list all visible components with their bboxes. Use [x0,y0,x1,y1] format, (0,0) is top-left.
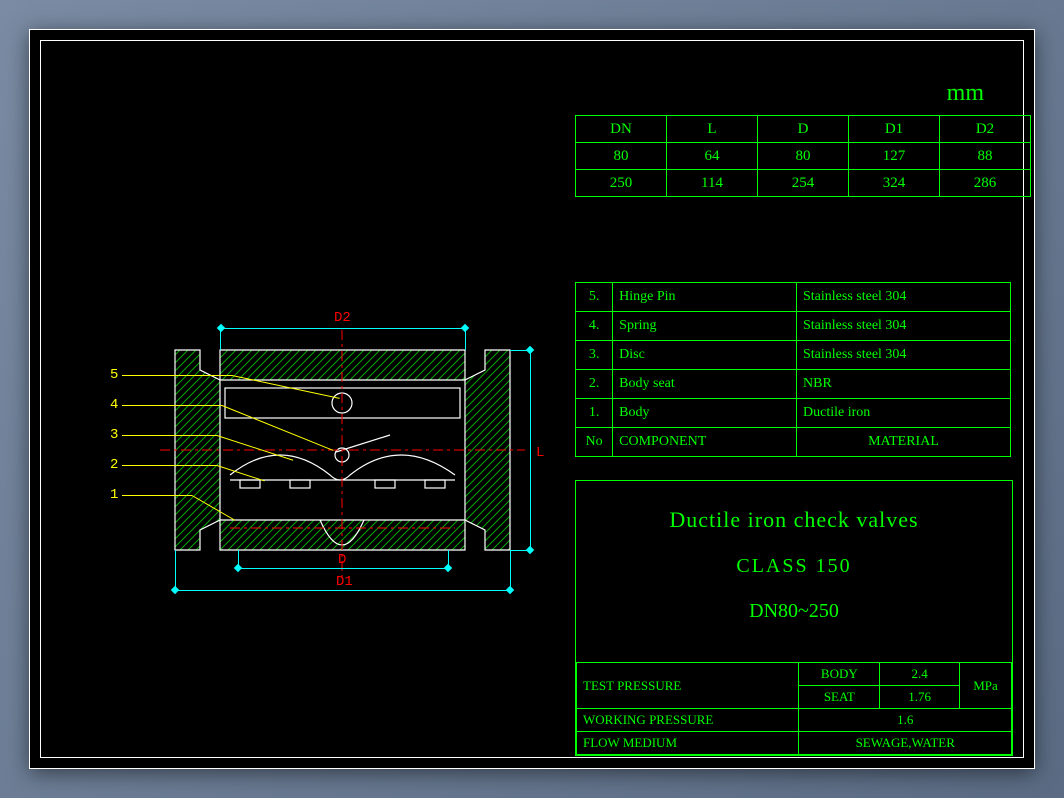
table-row: 80 64 80 127 88 [576,143,1031,170]
dim-header: D1 [849,116,940,143]
dim-d1: D1 [336,574,353,590]
working-pressure-label: WORKING PRESSURE [577,709,799,732]
drawing-range: DN80~250 [576,578,1012,623]
dim-d2: D2 [334,310,351,326]
dim-header: D2 [940,116,1031,143]
seat-value: 1.76 [880,686,960,709]
table-header-row: NoCOMPONENTMATERIAL [576,428,1011,457]
bom-table: 5.Hinge PinStainless steel 304 4.SpringS… [575,282,1011,457]
dim-header: D [758,116,849,143]
title-block: Ductile iron check valves CLASS 150 DN80… [575,480,1013,756]
seat-label: SEAT [799,686,880,709]
body-label: BODY [799,663,880,686]
table-row: 1.BodyDuctile iron [576,399,1011,428]
spec-table: TEST PRESSURE BODY 2.4 MPa SEAT 1.76 WOR… [576,662,1012,755]
drawing-title: Ductile iron check valves [576,481,1012,533]
flow-medium-value: SEWAGE,WATER [799,732,1012,755]
callout-5: 5 [110,367,118,383]
callout-1: 1 [110,487,118,503]
callout-4: 4 [110,397,118,413]
dimension-table: DN L D D1 D2 80 64 80 127 88 250 114 254… [575,115,1031,197]
callout-3: 3 [110,427,118,443]
test-pressure-label: TEST PRESSURE [577,663,799,709]
table-header-row: DN L D D1 D2 [576,116,1031,143]
drawing-class: CLASS 150 [576,533,1012,578]
table-row: 5.Hinge PinStainless steel 304 [576,283,1011,312]
dim-header: L [667,116,758,143]
table-row: 250 114 254 324 286 [576,170,1031,197]
working-pressure-value: 1.6 [799,709,1012,732]
callout-2: 2 [110,457,118,473]
unit-label: mm [947,80,984,107]
dim-l: L [536,445,544,461]
table-row: 3.DiscStainless steel 304 [576,341,1011,370]
dim-header: DN [576,116,667,143]
flow-medium-label: FLOW MEDIUM [577,732,799,755]
table-row: 2.Body seatNBR [576,370,1011,399]
pressure-unit: MPa [960,663,1012,709]
table-row: 4.SpringStainless steel 304 [576,312,1011,341]
dim-d: D [338,552,346,568]
section-drawing: D2 D D1 L 5 4 3 2 1 [90,280,560,620]
body-value: 2.4 [880,663,960,686]
drawing-sheet: mm DN L D D1 D2 80 64 80 127 88 250 114 … [29,29,1035,769]
valve-section-svg [90,280,560,620]
